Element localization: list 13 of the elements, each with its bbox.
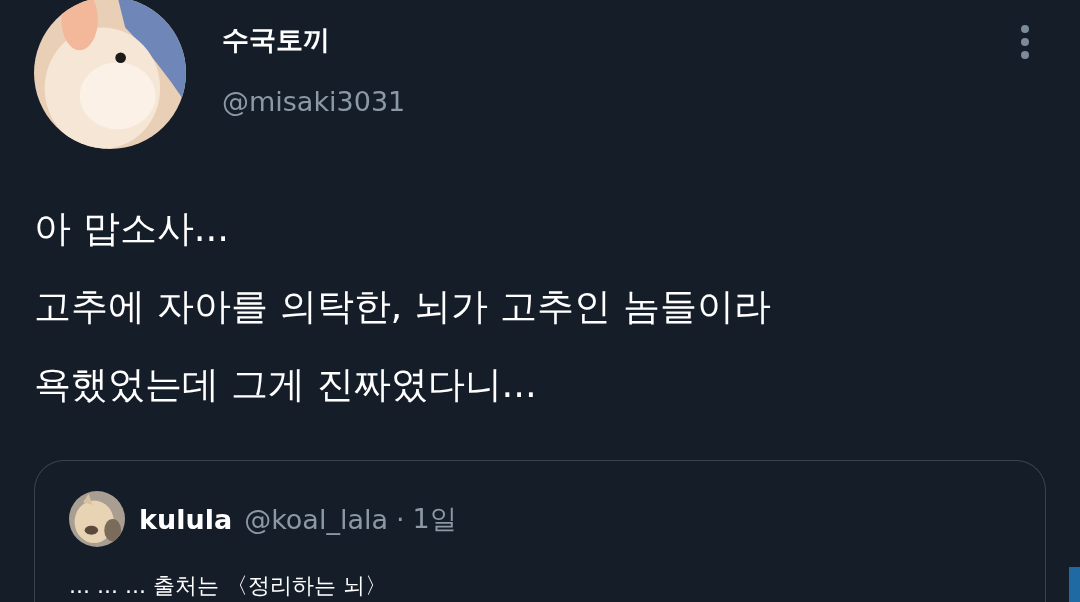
tweet-text-line: 고추에 자아를 의탁한, 뇌가 고추인 놈들이라 — [34, 284, 772, 330]
user-handle: @koal_lala — [244, 503, 388, 535]
scroll-indicator — [1069, 567, 1080, 602]
quoted-tweet-card[interactable]: kulula @koal_lala · 1일 ... ... ... 출처는 〈정리하는 뇌〉 — [34, 460, 1046, 602]
display-name: kulula — [139, 503, 233, 535]
more-options-icon[interactable] — [1021, 25, 1029, 59]
tweet-text-line: 아 맙소사... — [34, 206, 231, 252]
quoted-tweet-text: ... ... ... 출처는 〈정리하는 뇌〉 — [69, 572, 388, 600]
timestamp: 1일 — [412, 502, 457, 536]
separator: · — [396, 503, 405, 535]
display-name[interactable]: 수국토끼 — [222, 22, 1021, 58]
user-handle[interactable]: @misaki3031 — [222, 84, 1021, 120]
tweet-text-line: 욕했었는데 그게 진짜였다니... — [34, 362, 538, 408]
